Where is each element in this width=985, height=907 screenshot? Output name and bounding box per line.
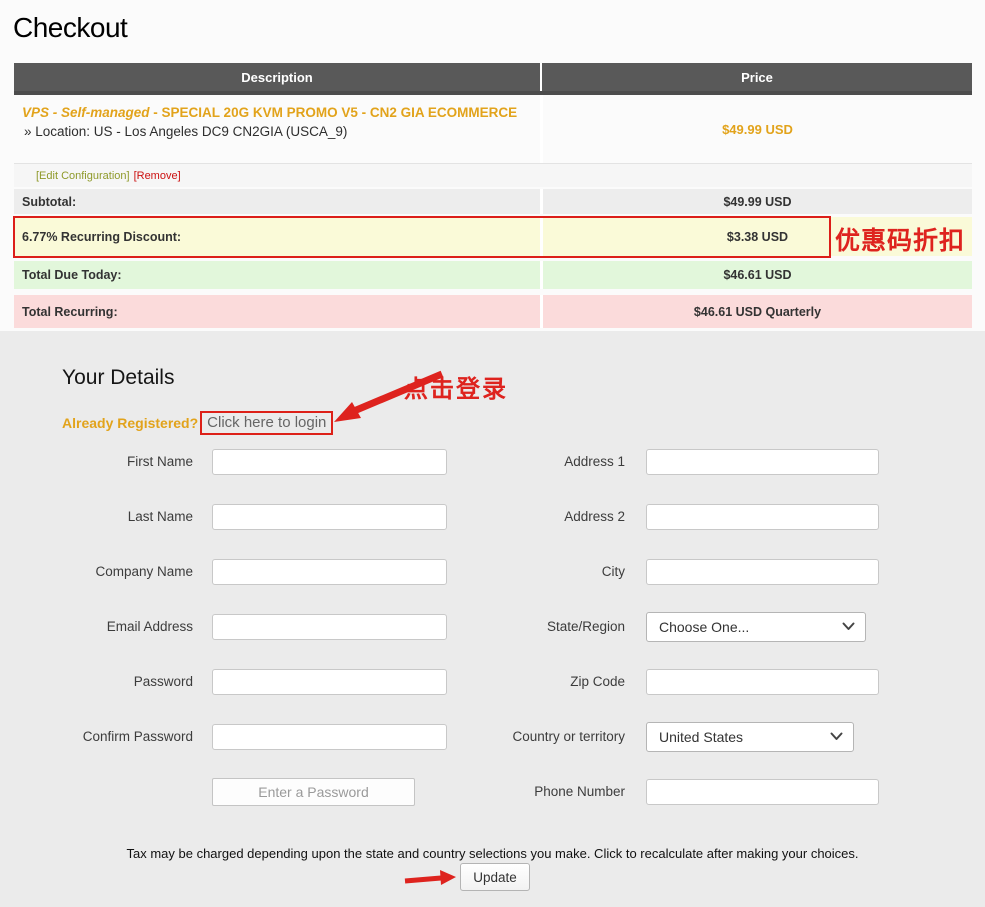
phone-number-label: Phone Number (445, 784, 625, 799)
details-form-right-column: Address 1 Address 2 City State/Region Ch… (445, 434, 879, 819)
login-annotation-text: 点击登录 (404, 369, 508, 404)
edit-configuration-link[interactable]: [Edit Configuration] (36, 170, 130, 182)
form-row: Address 2 (445, 489, 879, 544)
cart-table: Description Price VPS - Self-managed - S… (14, 63, 972, 328)
subtotal-label: Subtotal: (14, 189, 540, 214)
item-actions-row: [Edit Configuration] [Remove] (14, 163, 972, 187)
state-region-select[interactable]: Choose One... (646, 612, 866, 642)
form-row: State/Region Choose One... (445, 599, 879, 654)
last-name-label: Last Name (14, 509, 193, 524)
discount-row: 6.77% Recurring Discount: $3.38 USD (14, 217, 972, 256)
form-row: Password (14, 654, 447, 709)
form-row: Email Address (14, 599, 447, 654)
company-name-input[interactable] (212, 559, 447, 585)
form-row: Country or territory United States (445, 709, 879, 764)
product-location: » Location: US - Los Angeles DC9 CN2GIA … (22, 124, 530, 139)
price-column-header: Price (540, 63, 972, 91)
your-details-heading: Your Details (62, 366, 174, 390)
password-label: Password (14, 674, 193, 689)
first-name-input[interactable] (212, 449, 447, 475)
subtotal-row: Subtotal: $49.99 USD (14, 189, 972, 214)
form-row: Company Name (14, 544, 447, 599)
cart-item-row: VPS - Self-managed - SPECIAL 20G KVM PRO… (14, 95, 972, 163)
password-strength-button[interactable]: Enter a Password (212, 778, 415, 806)
total-recurring-row: Total Recurring: $46.61 USD Quarterly (14, 295, 972, 328)
discount-label: 6.77% Recurring Discount: (14, 217, 540, 256)
email-address-input[interactable] (212, 614, 447, 640)
checkout-page: Checkout Description Price VPS - Self-ma… (0, 0, 985, 907)
chevron-down-icon (830, 732, 843, 741)
total-due-value: $46.61 USD (540, 261, 972, 289)
page-title: Checkout (13, 12, 127, 44)
form-row: Enter a Password (14, 764, 447, 819)
total-due-row: Total Due Today: $46.61 USD (14, 261, 972, 289)
update-button[interactable]: Update (460, 863, 530, 891)
city-input[interactable] (646, 559, 879, 585)
form-row: Last Name (14, 489, 447, 544)
company-name-label: Company Name (14, 564, 193, 579)
country-selected-value: United States (659, 729, 830, 745)
click-here-to-login-link[interactable]: Click here to login (200, 411, 333, 435)
phone-number-input[interactable] (646, 779, 879, 805)
tax-note: Tax may be charged depending upon the st… (0, 846, 985, 861)
total-recurring-value: $46.61 USD Quarterly (540, 295, 972, 328)
zip-code-label: Zip Code (445, 674, 625, 689)
total-due-label: Total Due Today: (14, 261, 540, 289)
email-address-label: Email Address (14, 619, 193, 634)
already-registered-line: Already Registered? Click here to login (62, 411, 333, 435)
form-row: City (445, 544, 879, 599)
address1-input[interactable] (646, 449, 879, 475)
confirm-password-input[interactable] (212, 724, 447, 750)
zip-code-input[interactable] (646, 669, 879, 695)
subtotal-value: $49.99 USD (540, 189, 972, 214)
update-arrow-annotation (403, 867, 458, 889)
cart-table-header: Description Price (14, 63, 972, 95)
address2-label: Address 2 (445, 509, 625, 524)
details-form-left-column: First Name Last Name Company Name Email … (14, 434, 447, 819)
product-price: $49.99 USD (540, 95, 972, 163)
chevron-down-icon (842, 622, 855, 631)
form-row: First Name (14, 434, 447, 489)
form-row: Address 1 (445, 434, 879, 489)
form-row: Zip Code (445, 654, 879, 709)
city-label: City (445, 564, 625, 579)
form-row: Confirm Password (14, 709, 447, 764)
address1-label: Address 1 (445, 454, 625, 469)
discount-annotation-text: 优惠码折扣 (835, 221, 965, 257)
remove-link[interactable]: [Remove] (134, 170, 181, 182)
password-input[interactable] (212, 669, 447, 695)
form-row: Phone Number (445, 764, 879, 819)
first-name-label: First Name (14, 454, 193, 469)
description-column-header: Description (14, 63, 540, 91)
address2-input[interactable] (646, 504, 879, 530)
country-label: Country or territory (445, 729, 625, 744)
state-region-label: State/Region (445, 619, 625, 634)
total-recurring-label: Total Recurring: (14, 295, 540, 328)
country-select[interactable]: United States (646, 722, 854, 752)
confirm-password-label: Confirm Password (14, 729, 193, 744)
last-name-input[interactable] (212, 504, 447, 530)
state-region-selected-value: Choose One... (659, 619, 842, 635)
product-name: VPS - Self-managed - SPECIAL 20G KVM PRO… (22, 104, 527, 121)
already-registered-label: Already Registered? (62, 415, 198, 431)
